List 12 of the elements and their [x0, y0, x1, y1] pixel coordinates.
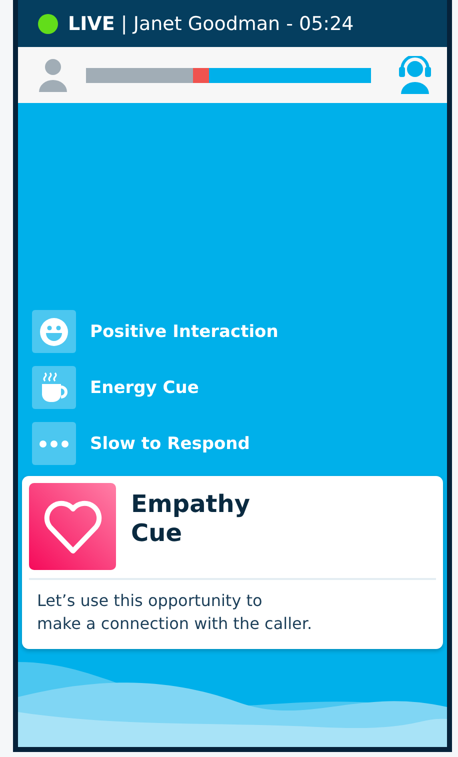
cue-label: Positive Interaction	[90, 322, 278, 342]
cue-card-title: Empathy Cue	[131, 490, 250, 548]
coffee-cup-icon	[39, 370, 69, 405]
heart-icon	[42, 498, 102, 555]
smiley-icon	[39, 316, 69, 347]
headset-agent-icon	[397, 56, 433, 94]
cue-label: Energy Cue	[90, 378, 199, 398]
call-status-text: LIVE | Janet Goodman - 05:24	[68, 12, 354, 34]
cue-card-message: Let’s use this opportunity to make a connection with the caller.	[36, 590, 314, 635]
cue-label: Slow to Respond	[90, 434, 250, 454]
person-icon	[38, 58, 68, 92]
ellipsis-icon	[39, 440, 69, 448]
